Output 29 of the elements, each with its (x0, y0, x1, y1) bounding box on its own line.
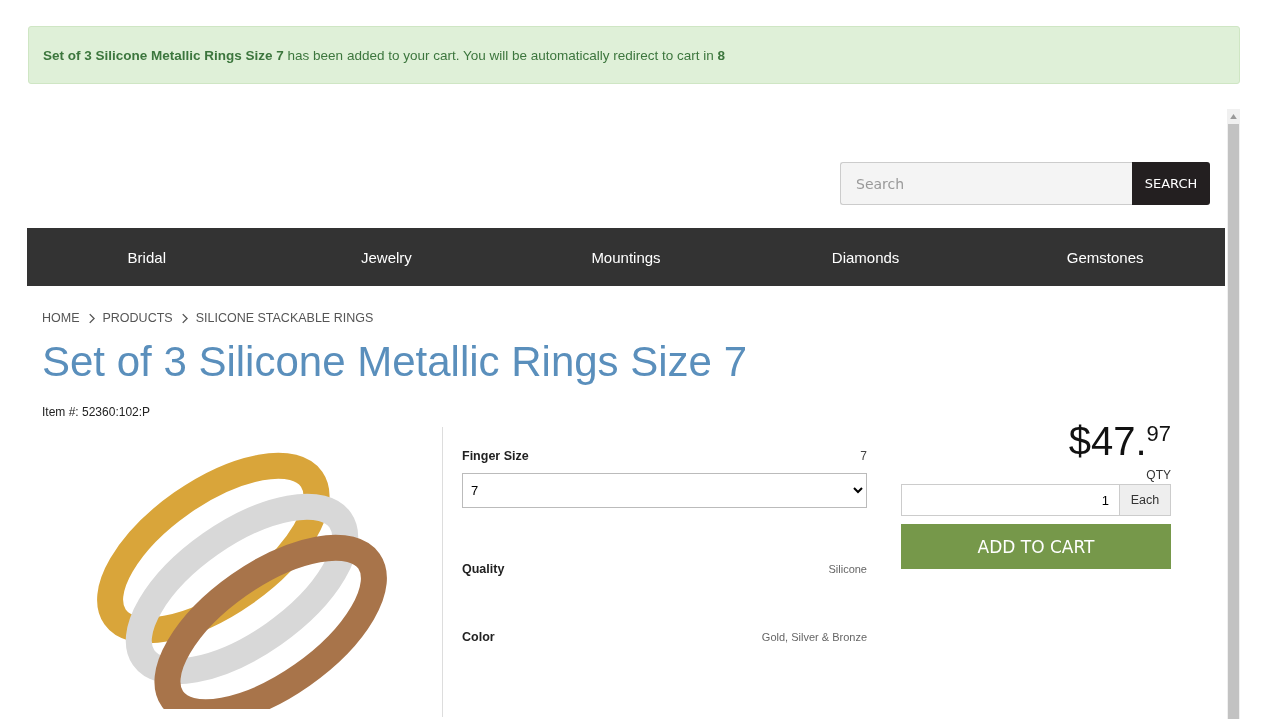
scrollbar[interactable] (1227, 109, 1240, 719)
attribute-label: Quality (462, 562, 505, 577)
attribute-label: Color (462, 630, 495, 645)
nav-link[interactable]: Jewelry (266, 248, 507, 266)
search-field[interactable]: Search (840, 162, 1132, 205)
qty-field[interactable]: 1 (901, 484, 1120, 517)
price: $47. (1068, 419, 1147, 465)
breadcrumb-link[interactable]: SILICONE STACKABLE RINGS (195, 311, 374, 325)
breadcrumb-link[interactable]: HOME (42, 311, 80, 325)
chevron-icon (87, 312, 95, 324)
item-number: Item #: 52360:102:P (42, 405, 152, 420)
attribute-value: Silicone (828, 563, 867, 576)
size-select[interactable]: 7 (462, 473, 867, 509)
alert-message: Set of 3 Silicone Metallic Rings Size 7 has been added to your cart. You will be automatically redirect to cart in 8 (43, 47, 726, 63)
attribute-value: Gold, Silver & Bronze (761, 631, 867, 644)
attribute-value: 7 (860, 449, 867, 464)
product-title: Set of 3 Silicone Metallic Rings Size 7 (42, 337, 748, 387)
nav-link[interactable]: Diamonds (745, 248, 986, 266)
nav-link[interactable]: Mountings (506, 248, 746, 266)
search-button[interactable]: SEARCH (1132, 162, 1210, 205)
unit-label: Each (1120, 484, 1171, 517)
breadcrumb-link[interactable]: PRODUCTS (102, 311, 173, 325)
scroll-up-icon[interactable] (1230, 114, 1237, 119)
attribute-label: Finger Size (462, 449, 529, 464)
nav-link[interactable]: Bridal (27, 248, 267, 266)
qty-label: QTY (1146, 468, 1171, 483)
chevron-icon (180, 312, 188, 324)
price-cents: 97 (1146, 421, 1171, 447)
nav-link[interactable]: Gemstones (985, 248, 1225, 266)
